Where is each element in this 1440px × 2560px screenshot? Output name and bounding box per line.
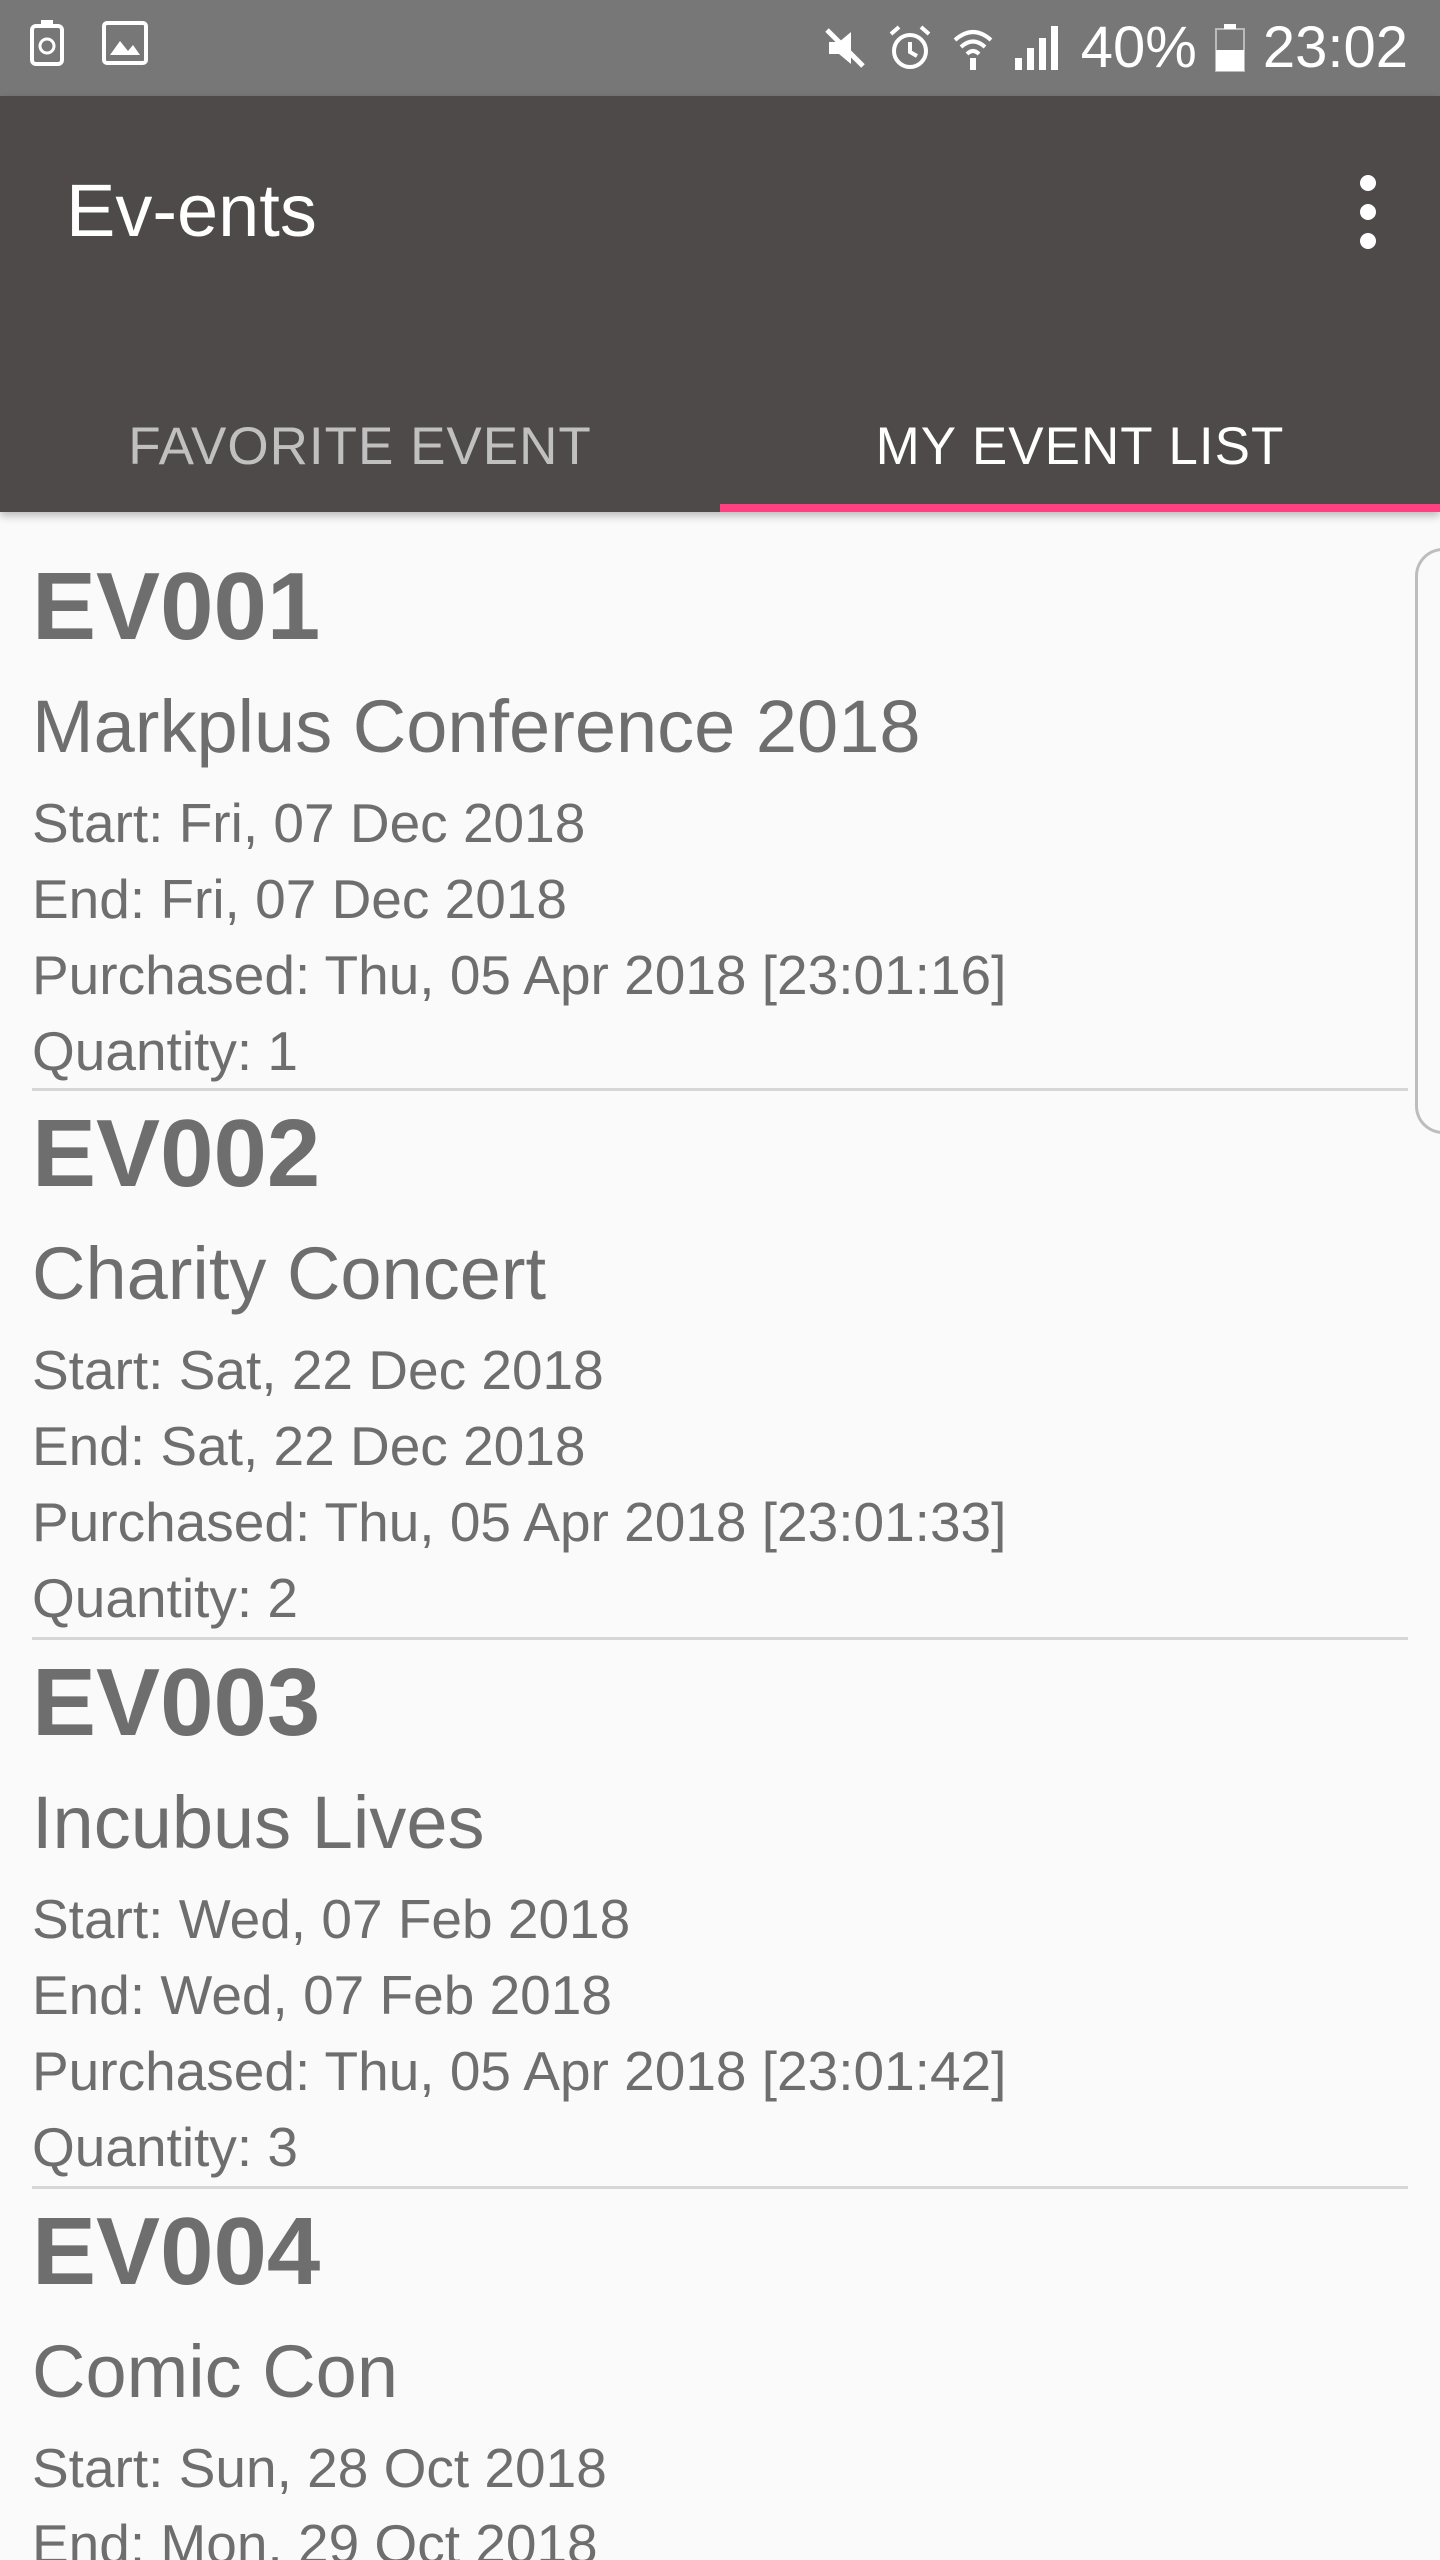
tab-favorite-event[interactable]: FAVORITE EVENT: [0, 396, 720, 512]
event-start: Start: Fri, 07 Dec 2018: [32, 792, 586, 854]
event-list[interactable]: EV001 Markplus Conference 2018 Start: Fr…: [0, 512, 1440, 2560]
event-card[interactable]: EV004 Comic Con Start: Sun, 28 Oct 2018 …: [32, 2189, 1408, 2560]
event-card[interactable]: EV001 Markplus Conference 2018 Start: Fr…: [32, 512, 1408, 1091]
overflow-menu-icon[interactable]: [1338, 162, 1398, 262]
event-end: End: Wed, 07 Feb 2018: [32, 1964, 612, 2026]
event-name: Markplus Conference 2018: [32, 685, 921, 768]
event-end: End: Sat, 22 Dec 2018: [32, 1415, 586, 1477]
event-end: End: Mon, 29 Oct 2018: [32, 2513, 598, 2560]
status-bar: 40% 23:02: [0, 0, 1440, 96]
event-end: End: Fri, 07 Dec 2018: [32, 868, 568, 930]
signal-icon: [1014, 26, 1058, 70]
event-name: Incubus Lives: [32, 1781, 485, 1864]
event-id: EV003: [32, 1649, 321, 1756]
event-purchased: Purchased: Thu, 05 Apr 2018 [23:01:16]: [32, 944, 1007, 1006]
scroll-edge-glow: [1415, 548, 1440, 1134]
status-time: 23:02: [1262, 15, 1408, 80]
tab-bar: FAVORITE EVENT MY EVENT LIST: [0, 396, 1440, 512]
event-quantity: Quantity: 3: [32, 2116, 298, 2178]
event-start: Start: Sun, 28 Oct 2018: [32, 2437, 607, 2499]
event-name: Charity Concert: [32, 1232, 547, 1315]
battery-percent: 40%: [1080, 15, 1197, 80]
event-purchased: Purchased: Thu, 05 Apr 2018 [23:01:42]: [32, 2040, 1007, 2102]
event-name: Comic Con: [32, 2330, 398, 2413]
event-card[interactable]: EV003 Incubus Lives Start: Wed, 07 Feb 2…: [32, 1640, 1408, 2189]
event-id: EV004: [32, 2198, 321, 2305]
event-start: Start: Wed, 07 Feb 2018: [32, 1888, 631, 1950]
app-title: Ev-ents: [66, 169, 317, 252]
event-id: EV002: [32, 1100, 321, 1207]
event-card[interactable]: EV002 Charity Concert Start: Sat, 22 Dec…: [32, 1091, 1408, 1640]
battery-icon: [1214, 24, 1245, 72]
alarm-icon: [889, 25, 931, 69]
recycle-icon: [30, 20, 64, 66]
mute-icon: [824, 28, 865, 68]
wifi-icon: [953, 30, 993, 70]
event-quantity: Quantity: 1: [32, 1020, 298, 1082]
status-bar-right: 40% 23:02: [821, 12, 1408, 84]
tab-my-event-list[interactable]: MY EVENT LIST: [720, 396, 1440, 512]
event-purchased: Purchased: Thu, 05 Apr 2018 [23:01:33]: [32, 1491, 1007, 1553]
status-bar-left-icons: [30, 20, 148, 66]
app-bar: Ev-ents FAVORITE EVENT MY EVENT LIST: [0, 96, 1440, 512]
image-icon: [102, 21, 148, 65]
event-id: EV001: [32, 553, 321, 660]
event-quantity: Quantity: 2: [32, 1567, 298, 1629]
event-start: Start: Sat, 22 Dec 2018: [32, 1339, 604, 1401]
